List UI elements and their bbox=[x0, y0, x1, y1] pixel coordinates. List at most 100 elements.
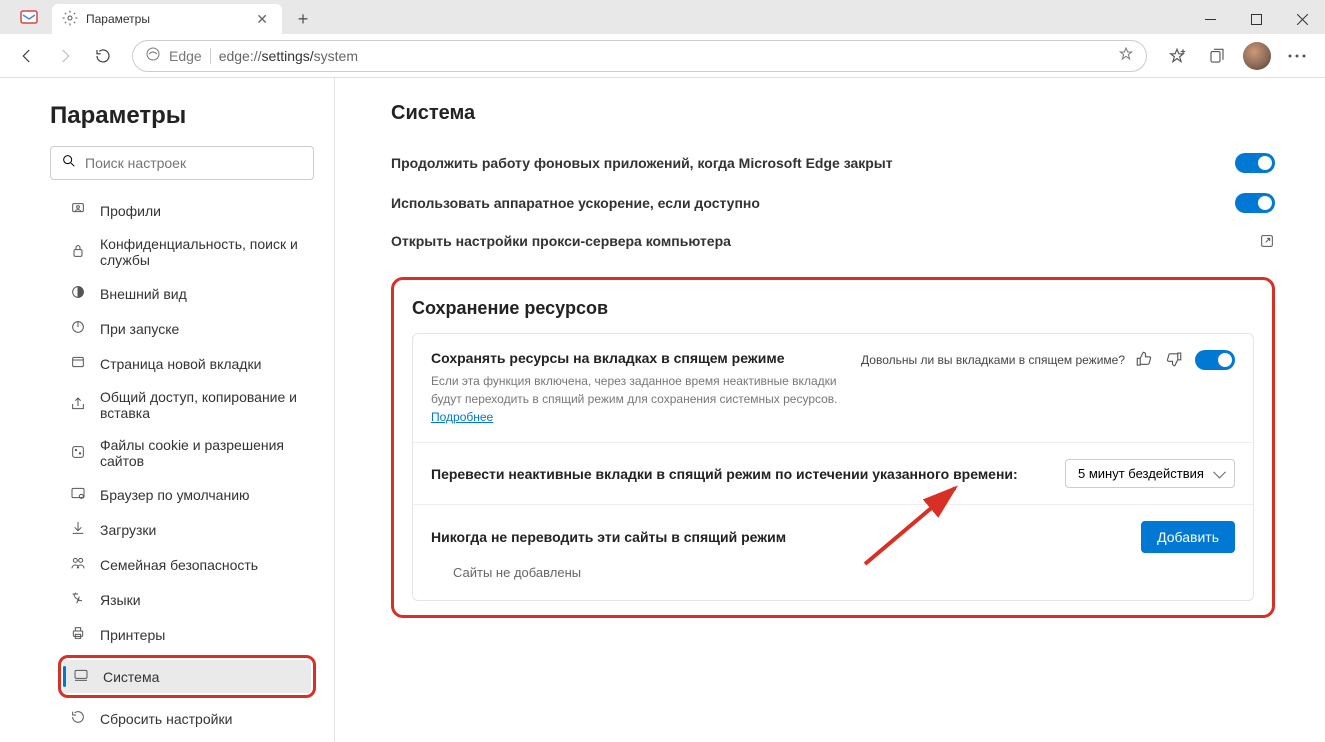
never-label: Никогда не переводить эти сайты в спящий… bbox=[431, 529, 786, 545]
lock-icon bbox=[70, 243, 86, 262]
toggle-sleep-tabs[interactable] bbox=[1195, 350, 1235, 370]
sidebar-item-label: Загрузки bbox=[100, 522, 156, 538]
url-text: edge://settings/system bbox=[219, 48, 1110, 64]
external-link-icon bbox=[1259, 233, 1275, 249]
sidebar-item-label: При запуске bbox=[100, 321, 179, 337]
sidebar-item-label: Общий доступ, копирование и вставка bbox=[100, 389, 314, 421]
address-bar[interactable]: Edge edge://settings/system bbox=[132, 40, 1147, 72]
gear-icon bbox=[62, 10, 78, 29]
learn-more-link[interactable]: Подробнее bbox=[431, 410, 493, 424]
browser-icon bbox=[70, 485, 86, 504]
empty-message: Сайты не добавлены bbox=[431, 553, 1235, 584]
family-icon bbox=[70, 555, 86, 574]
setting-label: Использовать аппаратное ускорение, если … bbox=[391, 195, 1235, 211]
sidebar-item-system[interactable]: Система bbox=[63, 660, 311, 693]
edge-label: Edge bbox=[169, 48, 211, 64]
sidebar-item-family[interactable]: Семейная безопасность bbox=[60, 548, 324, 581]
sidebar-item-reset[interactable]: Сбросить настройки bbox=[60, 702, 324, 735]
page-title: Система bbox=[391, 102, 1275, 125]
sidebar-item-share[interactable]: Общий доступ, копирование и вставка bbox=[60, 382, 324, 428]
sidebar-item-label: Система bbox=[103, 669, 159, 685]
sidebar-item-label: Внешний вид bbox=[100, 286, 187, 302]
sidebar-item-languages[interactable]: Языки bbox=[60, 583, 324, 616]
cookie-icon bbox=[70, 444, 86, 463]
browser-tab[interactable]: Параметры ✕ bbox=[52, 4, 282, 34]
menu-button[interactable] bbox=[1279, 39, 1315, 73]
setting-row-background: Продолжить работу фоновых приложений, ко… bbox=[391, 143, 1275, 183]
close-window-button[interactable] bbox=[1279, 4, 1325, 34]
thumbs-down-icon[interactable] bbox=[1165, 350, 1185, 370]
favorite-icon[interactable] bbox=[1118, 46, 1134, 65]
sidebar-item-downloads[interactable]: Загрузки bbox=[60, 513, 324, 546]
sidebar-item-label: Страница новой вкладки bbox=[100, 356, 261, 372]
window-controls bbox=[1187, 4, 1325, 34]
forward-button[interactable] bbox=[48, 39, 82, 73]
sidebar-item-profiles[interactable]: Профили bbox=[60, 194, 324, 227]
sidebar-item-appearance[interactable]: Внешний вид bbox=[60, 277, 324, 310]
resources-panel: Сохранение ресурсов Сохранять ресурсы на… bbox=[391, 277, 1275, 618]
sidebar-highlight: Система bbox=[58, 655, 316, 698]
share-icon bbox=[70, 396, 86, 415]
resources-card: Сохранять ресурсы на вкладках в спящем р… bbox=[412, 333, 1254, 601]
never-sleep-row: Никогда не переводить эти сайты в спящий… bbox=[413, 504, 1253, 600]
tab-title: Параметры bbox=[86, 12, 150, 26]
settings-search[interactable] bbox=[50, 146, 314, 180]
sidebar-item-cookies[interactable]: Файлы cookie и разрешения сайтов bbox=[60, 430, 324, 476]
timeout-dropdown[interactable]: 5 минут бездействия bbox=[1065, 459, 1235, 488]
download-icon bbox=[70, 520, 86, 539]
toolbar-actions bbox=[1159, 39, 1315, 73]
sidebar-item-label: Конфиденциальность, поиск и службы bbox=[100, 236, 314, 268]
content: Параметры Профили Конфиденциальность, по… bbox=[0, 78, 1325, 742]
avatar[interactable] bbox=[1239, 39, 1275, 73]
profile-icon bbox=[70, 201, 86, 220]
thumbs-up-icon[interactable] bbox=[1135, 350, 1155, 370]
newtab-icon bbox=[70, 354, 86, 373]
feedback-question: Довольны ли вы вкладками в спящем режиме… bbox=[861, 353, 1125, 367]
close-tab-icon[interactable]: ✕ bbox=[252, 11, 272, 28]
titlebar: Параметры ✕ + bbox=[0, 0, 1325, 34]
toolbar: Edge edge://settings/system bbox=[0, 34, 1325, 78]
reset-icon bbox=[70, 709, 86, 728]
sidebar-item-phone[interactable]: Телефон и другие устройства bbox=[60, 737, 324, 742]
power-icon bbox=[70, 319, 86, 338]
search-icon bbox=[61, 153, 77, 174]
back-button[interactable] bbox=[10, 39, 44, 73]
setting-label: Продолжить работу фоновых приложений, ко… bbox=[391, 155, 1235, 171]
sidebar-item-default[interactable]: Браузер по умолчанию bbox=[60, 478, 324, 511]
sidebar-item-label: Семейная безопасность bbox=[100, 557, 258, 573]
reload-button[interactable] bbox=[86, 39, 120, 73]
sidebar-item-newtab[interactable]: Страница новой вкладки bbox=[60, 347, 324, 380]
maximize-button[interactable] bbox=[1233, 4, 1279, 34]
sidebar-item-label: Браузер по умолчанию bbox=[100, 487, 250, 503]
collections-button[interactable] bbox=[1199, 39, 1235, 73]
favorites-button[interactable] bbox=[1159, 39, 1195, 73]
sidebar: Параметры Профили Конфиденциальность, по… bbox=[0, 78, 335, 742]
setting-label: Открыть настройки прокси-сервера компьют… bbox=[391, 233, 1259, 249]
sidebar-title: Параметры bbox=[50, 102, 314, 130]
main-panel: Система Продолжить работу фоновых прилож… bbox=[335, 78, 1325, 742]
app-logo bbox=[16, 4, 42, 30]
language-icon bbox=[70, 590, 86, 609]
search-input[interactable] bbox=[85, 155, 303, 171]
resources-title: Сохранение ресурсов bbox=[412, 298, 1254, 319]
sleep-head: Сохранять ресурсы на вкладках в спящем р… bbox=[431, 350, 841, 366]
sidebar-item-label: Файлы cookie и разрешения сайтов bbox=[100, 437, 314, 469]
feedback-area: Довольны ли вы вкладками в спящем режиме… bbox=[861, 350, 1235, 370]
setting-row-hardware: Использовать аппаратное ускорение, если … bbox=[391, 183, 1275, 223]
setting-row-proxy[interactable]: Открыть настройки прокси-сервера компьют… bbox=[391, 223, 1275, 259]
edge-icon bbox=[145, 46, 161, 65]
system-icon bbox=[73, 667, 89, 686]
sidebar-item-startup[interactable]: При запуске bbox=[60, 312, 324, 345]
sidebar-item-printers[interactable]: Принтеры bbox=[60, 618, 324, 651]
add-button[interactable]: Добавить bbox=[1141, 521, 1235, 553]
printer-icon bbox=[70, 625, 86, 644]
new-tab-button[interactable]: + bbox=[288, 4, 318, 34]
minimize-button[interactable] bbox=[1187, 4, 1233, 34]
timeout-row: Перевести неактивные вкладки в спящий ре… bbox=[413, 442, 1253, 504]
sidebar-item-label: Сбросить настройки bbox=[100, 711, 232, 727]
toggle-background-apps[interactable] bbox=[1235, 153, 1275, 173]
timeout-label: Перевести неактивные вкладки в спящий ре… bbox=[431, 466, 1018, 482]
sidebar-item-privacy[interactable]: Конфиденциальность, поиск и службы bbox=[60, 229, 324, 275]
sidebar-item-label: Профили bbox=[100, 203, 161, 219]
toggle-hardware-accel[interactable] bbox=[1235, 193, 1275, 213]
